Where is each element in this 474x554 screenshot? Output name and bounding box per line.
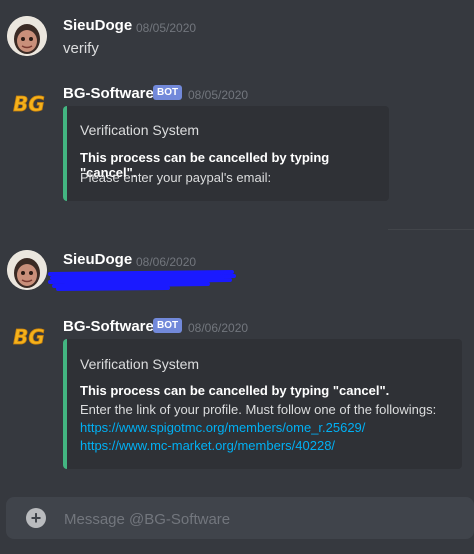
embed-bold-text: This process can be cancelled by typing … (80, 383, 390, 398)
bot-badge: BOT (153, 85, 183, 100)
plus-circle-icon[interactable]: + (26, 508, 46, 528)
bot-avatar[interactable]: BG (9, 317, 49, 357)
user-avatar[interactable] (7, 250, 47, 290)
timestamp: 08/05/2020 (188, 88, 249, 102)
svg-text:BG: BG (13, 92, 45, 116)
bot-avatar[interactable]: BG (9, 84, 49, 124)
bg-logo-icon: BG (13, 92, 45, 117)
doge-avatar-icon (7, 250, 47, 290)
embed-title: Verification System (80, 356, 200, 372)
bg-logo-icon: BG (13, 325, 45, 350)
svg-text:BG: BG (13, 325, 45, 349)
embed: Verification System This process can be … (63, 339, 462, 469)
redaction-scribble (48, 270, 236, 291)
doge-avatar-icon (7, 16, 47, 56)
timestamp: 08/05/2020 (136, 21, 197, 35)
spigot-profile-link[interactable]: https://www.spigotmc.org/members/ome_r.2… (80, 420, 365, 435)
date-divider (388, 229, 474, 230)
embed-title: Verification System (80, 122, 200, 138)
embed-text: Please enter your paypal's email: (80, 170, 272, 185)
message-text: verify (63, 40, 99, 57)
timestamp: 08/06/2020 (188, 321, 249, 335)
username[interactable]: SieuDoge (63, 17, 132, 34)
username[interactable]: BG-Software (63, 85, 154, 102)
username[interactable]: BG-Software (63, 318, 154, 335)
message-input[interactable] (62, 497, 466, 541)
user-avatar[interactable] (7, 16, 47, 56)
message-composer: + (6, 497, 474, 541)
embed-text: Enter the link of your profile. Must fol… (80, 402, 437, 417)
bot-badge: BOT (153, 318, 183, 333)
mcmarket-profile-link[interactable]: https://www.mc-market.org/members/40228/ (80, 438, 335, 453)
embed: Verification System This process can be … (63, 106, 389, 201)
